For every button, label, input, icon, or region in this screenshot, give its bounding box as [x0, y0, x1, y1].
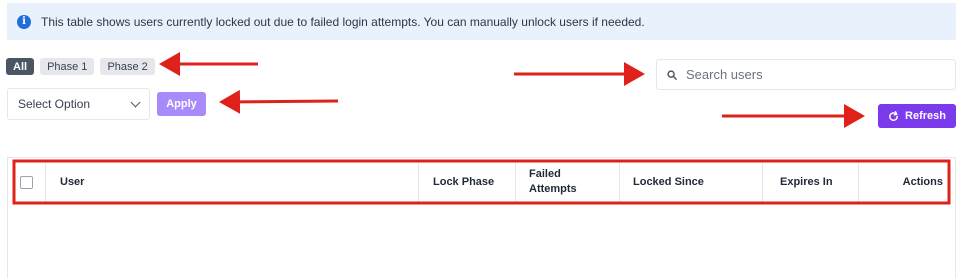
column-user[interactable]: User [46, 162, 419, 202]
apply-button[interactable]: Apply [157, 92, 206, 116]
column-lock-phase[interactable]: Lock Phase [419, 162, 516, 202]
refresh-icon [889, 110, 898, 121]
bulk-action-value: Select Option [18, 97, 91, 111]
search-input[interactable] [686, 67, 936, 82]
column-failed-attempts-label: Failed Attempts [529, 168, 577, 195]
chevron-down-icon [130, 97, 141, 107]
column-locked-since[interactable]: Locked Since [620, 162, 763, 202]
search-box [656, 59, 956, 90]
phase-filter: All Phase 1 Phase 2 [6, 58, 155, 75]
bulk-action-select[interactable]: Select Option [7, 88, 150, 120]
refresh-label: Refresh [905, 110, 946, 122]
table-header: User Lock Phase Failed Attempts Locked S… [8, 162, 955, 202]
filter-phase-2[interactable]: Phase 2 [100, 58, 155, 75]
column-failed-attempts[interactable]: Failed Attempts [516, 162, 620, 202]
column-actions: Actions [902, 176, 943, 188]
notice-text: This table shows users currently locked … [41, 14, 645, 29]
search-icon [667, 69, 677, 80]
annotation-arrow-apply [219, 89, 339, 114]
info-icon: i [17, 14, 31, 29]
filter-phase-1[interactable]: Phase 1 [40, 58, 95, 75]
select-all-checkbox[interactable] [20, 175, 33, 189]
filter-all[interactable]: All [6, 58, 35, 75]
info-notice: i This table shows users currently locke… [7, 3, 956, 40]
locked-users-table: User Lock Phase Failed Attempts Locked S… [7, 157, 956, 278]
select-all-cell [8, 162, 46, 202]
refresh-button[interactable]: Refresh [878, 104, 956, 128]
column-expires-in[interactable]: Expires In [763, 162, 859, 202]
